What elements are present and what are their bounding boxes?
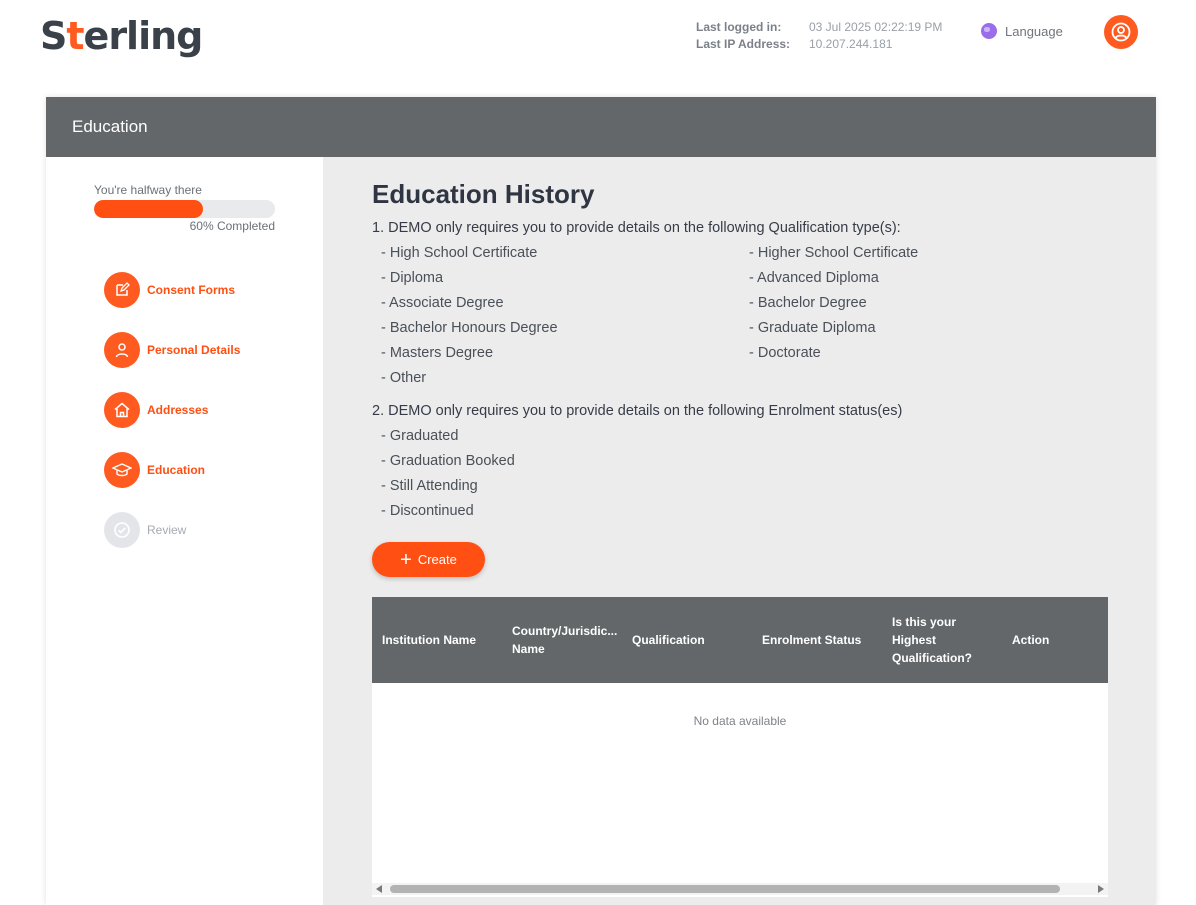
column-header-institution-name[interactable]: Institution Name bbox=[372, 631, 502, 649]
step-label: Addresses bbox=[147, 403, 209, 417]
qualification-item: - Other bbox=[381, 370, 427, 386]
column-header-highest-qualification[interactable]: Is this your Highest Qualification? bbox=[882, 613, 1002, 667]
progress-sidebar: You're halfway there 60% Completed Conse… bbox=[46, 157, 323, 905]
qualification-intro: 1. DEMO only requires you to provide det… bbox=[372, 220, 901, 236]
language-label: Language bbox=[1005, 23, 1063, 39]
qualification-item: - Advanced Diploma bbox=[749, 270, 879, 286]
user-account-button[interactable] bbox=[1104, 15, 1138, 49]
graduation-cap-icon bbox=[104, 452, 140, 488]
create-button[interactable]: + Create bbox=[372, 542, 485, 577]
column-header-country[interactable]: Country/Jurisdic... Name bbox=[502, 622, 622, 658]
step-label: Consent Forms bbox=[147, 283, 236, 297]
column-header-action[interactable]: Action bbox=[1002, 631, 1082, 649]
page-title: Education History bbox=[372, 179, 595, 209]
create-button-label: Create bbox=[417, 552, 457, 567]
login-info: Last logged in: 03 Jul 2025 02:22:19 PM … bbox=[696, 19, 942, 53]
step-label: Review bbox=[147, 523, 187, 537]
progress-bar bbox=[94, 200, 275, 218]
progress-caption: You're halfway there bbox=[94, 183, 202, 197]
qualification-item: - High School Certificate bbox=[381, 245, 538, 261]
qualification-item: - Bachelor Degree bbox=[749, 295, 867, 311]
enrolment-item: - Graduation Booked bbox=[381, 453, 515, 469]
education-table: Institution Name Country/Jurisdic... Nam… bbox=[372, 597, 1108, 897]
column-header-qualification[interactable]: Qualification bbox=[622, 631, 752, 649]
progress-percent-label: 60% Completed bbox=[189, 219, 275, 233]
horizontal-scrollbar[interactable] bbox=[372, 883, 1108, 895]
qualification-item: - Bachelor Honours Degree bbox=[381, 320, 558, 336]
last-logged-in-label: Last logged in: bbox=[696, 20, 782, 34]
progress-bar-fill bbox=[94, 200, 203, 218]
sterling-logo[interactable]: Sterling bbox=[40, 14, 203, 58]
user-circle-icon bbox=[1111, 22, 1131, 42]
scroll-right-arrow-icon[interactable] bbox=[1098, 885, 1104, 893]
edit-icon bbox=[104, 272, 140, 308]
last-logged-in-value: 03 Jul 2025 02:22:19 PM bbox=[809, 20, 943, 34]
step-label: Personal Details bbox=[147, 343, 241, 357]
check-circle-icon bbox=[104, 512, 140, 548]
home-icon bbox=[104, 392, 140, 428]
step-label: Education bbox=[147, 463, 206, 477]
qualification-item: - Associate Degree bbox=[381, 295, 504, 311]
enrolment-item: - Discontinued bbox=[381, 503, 474, 519]
scrollbar-thumb[interactable] bbox=[390, 885, 1060, 893]
language-selector[interactable]: Language bbox=[981, 23, 1063, 39]
step-consent-forms[interactable]: Consent Forms bbox=[104, 272, 240, 308]
enrolment-item: - Still Attending bbox=[381, 478, 478, 494]
main-content: Education History 1. DEMO only requires … bbox=[323, 157, 1156, 905]
person-icon bbox=[104, 332, 140, 368]
qualification-item: - Diploma bbox=[381, 270, 444, 286]
qualification-item: - Doctorate bbox=[749, 345, 821, 361]
scroll-left-arrow-icon[interactable] bbox=[376, 885, 382, 893]
education-card: Education You're halfway there 60% Compl… bbox=[46, 97, 1156, 905]
qualification-item: - Masters Degree bbox=[381, 345, 494, 361]
last-ip-value: 10.207.244.181 bbox=[809, 37, 893, 51]
empty-table-message: No data available bbox=[693, 714, 787, 728]
qualification-item: - Higher School Certificate bbox=[749, 245, 919, 261]
globe-icon bbox=[981, 23, 997, 39]
column-header-enrolment-status[interactable]: Enrolment Status bbox=[752, 631, 882, 649]
enrolment-intro: 2. DEMO only requires you to provide det… bbox=[372, 403, 903, 419]
step-education[interactable]: Education bbox=[104, 452, 240, 488]
enrolment-item: - Graduated bbox=[381, 428, 459, 444]
card-header-title: Education bbox=[46, 97, 1156, 157]
step-personal-details[interactable]: Personal Details bbox=[104, 332, 240, 368]
step-addresses[interactable]: Addresses bbox=[104, 392, 240, 428]
top-bar: Sterling Last logged in: 03 Jul 2025 02:… bbox=[0, 0, 1196, 80]
qualification-item: - Graduate Diploma bbox=[749, 320, 876, 336]
last-ip-label: Last IP Address: bbox=[696, 37, 791, 51]
step-review[interactable]: Review bbox=[104, 512, 240, 548]
plus-icon: + bbox=[400, 548, 412, 571]
table-header: Institution Name Country/Jurisdic... Nam… bbox=[372, 597, 1108, 683]
step-list: Consent Forms Personal Details Addresses… bbox=[104, 272, 240, 572]
